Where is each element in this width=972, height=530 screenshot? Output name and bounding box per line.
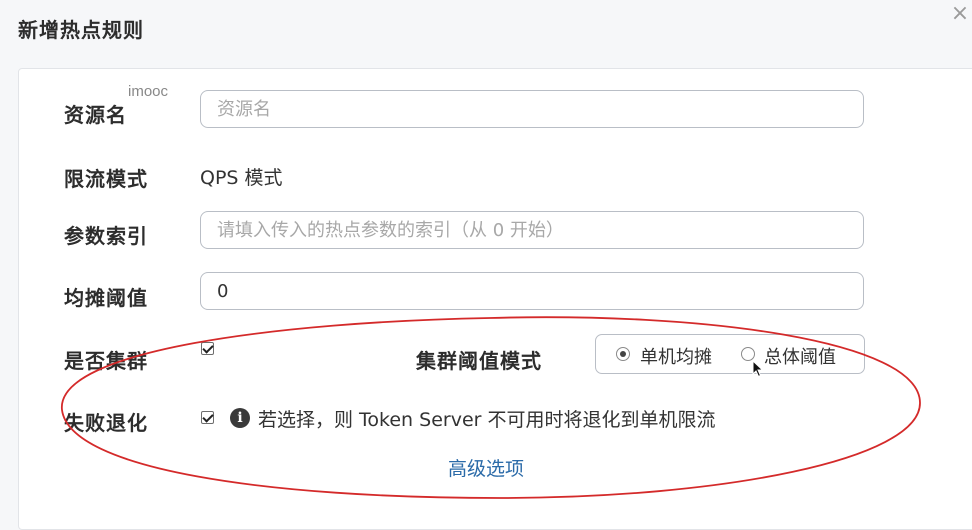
param-index-input[interactable] — [200, 211, 864, 249]
fallback-checkbox[interactable] — [201, 411, 214, 424]
watermark: imooc — [128, 83, 169, 100]
resource-label: 资源名 — [64, 103, 127, 127]
close-icon[interactable]: × — [950, 3, 970, 25]
advanced-options-link[interactable]: 高级选项 — [448, 454, 524, 481]
limit-mode-value: QPS 模式 — [200, 167, 283, 189]
cluster-mode-radio-group: 单机均摊 总体阈值 — [595, 334, 865, 374]
dialog: 新增热点规则 × imooc 资源名 限流模式 QPS 模式 参数索引 均摊阈值… — [0, 0, 972, 530]
mouse-cursor-icon — [752, 360, 764, 378]
limit-mode-label: 限流模式 — [64, 167, 148, 191]
cluster-label: 是否集群 — [64, 349, 148, 373]
dialog-title: 新增热点规则 — [18, 18, 144, 42]
param-index-label: 参数索引 — [64, 224, 148, 248]
radio-global-threshold-label[interactable]: 总体阈值 — [764, 343, 836, 369]
info-icon: i — [230, 408, 250, 428]
radio-single-share[interactable] — [616, 347, 630, 361]
threshold-input[interactable] — [200, 272, 864, 310]
fallback-hint: 若选择，则 Token Server 不可用时将退化到单机限流 — [258, 409, 716, 431]
radio-single-share-label[interactable]: 单机均摊 — [640, 343, 712, 369]
fallback-label: 失败退化 — [64, 411, 148, 435]
cluster-checkbox[interactable] — [201, 342, 214, 355]
cluster-mode-label: 集群阈值模式 — [416, 349, 542, 373]
resource-input[interactable] — [200, 90, 864, 128]
threshold-label: 均摊阈值 — [64, 286, 148, 310]
radio-global-threshold[interactable] — [741, 347, 755, 361]
